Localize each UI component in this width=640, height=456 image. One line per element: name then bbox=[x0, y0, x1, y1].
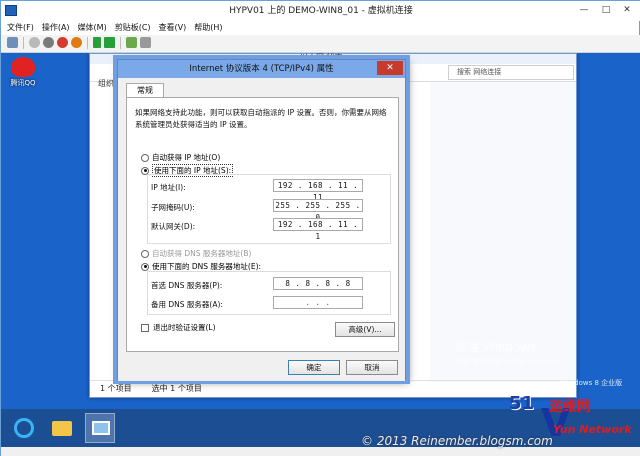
taskbar-internet-explorer[interactable] bbox=[9, 413, 39, 443]
logo-english-name: Yun Network bbox=[553, 423, 632, 436]
network-icon bbox=[92, 421, 110, 435]
checkbox[interactable] bbox=[141, 323, 149, 332]
default-gateway-input[interactable]: 192 . 168 . 11 . 1 bbox=[273, 218, 363, 241]
menu-view[interactable]: 查看(V) bbox=[159, 21, 187, 35]
taskbar-file-explorer[interactable] bbox=[47, 413, 77, 443]
dialog-body: 常规 如果网络支持此功能，则可以获取自动指派的 IP 设置。否则，你需要从网络系… bbox=[118, 78, 405, 381]
folder-icon bbox=[52, 421, 72, 436]
vm-toolbar bbox=[1, 35, 640, 53]
edition-label: Windows 8 企业版 bbox=[561, 379, 623, 387]
radio-button[interactable] bbox=[141, 262, 149, 271]
radio-label: 自动获得 DNS 服务器地址(B) bbox=[152, 249, 252, 258]
turn-off-icon[interactable] bbox=[43, 37, 54, 48]
tab-general[interactable]: 常规 bbox=[126, 83, 164, 98]
vm-connection-window: HYPV01 上的 DEMO-WIN8_01 - 虚拟机连接 — □ ✕ 文件(… bbox=[0, 0, 640, 456]
desktop-shortcut-qq[interactable]: 腾讯QQ bbox=[5, 57, 41, 88]
site-logo: V 51 运维网 Yun Network bbox=[509, 393, 640, 451]
menu-help[interactable]: 帮助(H) bbox=[194, 21, 222, 35]
activation-watermark: 激活 Windows 转到"电脑设置"以激活 Windows。 bbox=[455, 338, 565, 367]
revert-icon[interactable] bbox=[140, 37, 151, 48]
guest-desktop: 腾讯QQ 以太网 状态 搜索 网络连接 组织 1 个项目 选中 1 个项目 激活… bbox=[1, 53, 640, 409]
default-gateway-label: 默认网关(D): bbox=[151, 222, 196, 231]
organize-menu[interactable]: 组织 bbox=[98, 78, 114, 89]
logo-51: 51 bbox=[509, 393, 535, 414]
maximize-button[interactable]: □ bbox=[597, 2, 615, 18]
status-item-count: 1 个项目 bbox=[100, 384, 132, 393]
close-button[interactable]: ✕ bbox=[615, 2, 639, 18]
ctrl-alt-del-icon[interactable] bbox=[7, 37, 18, 48]
save-icon[interactable] bbox=[71, 37, 82, 48]
status-selected-count: 选中 1 个项目 bbox=[151, 384, 202, 393]
validate-settings-checkbox[interactable]: 退出时验证设置(L) bbox=[141, 322, 216, 333]
menu-file[interactable]: 文件(F) bbox=[7, 21, 34, 35]
ok-button[interactable]: 确定 bbox=[288, 360, 340, 375]
taskbar-network-connections[interactable] bbox=[85, 413, 115, 443]
menu-media[interactable]: 媒体(M) bbox=[78, 21, 107, 35]
desktop-shortcut-label: 腾讯QQ bbox=[10, 79, 36, 87]
subnet-mask-input[interactable]: 255 . 255 . 255 . 0 bbox=[273, 199, 363, 222]
dialog-description: 如果网络支持此功能，则可以获取自动指派的 IP 设置。否则，你需要从网络系统管理… bbox=[135, 108, 387, 129]
checkbox-label: 退出时验证设置(L) bbox=[153, 323, 216, 332]
activation-title: 激活 Windows bbox=[455, 340, 537, 354]
start-icon[interactable] bbox=[29, 37, 40, 48]
tab-panel-general: 如果网络支持此功能，则可以获取自动指派的 IP 设置。否则，你需要从网络系统管理… bbox=[126, 97, 399, 352]
qq-icon bbox=[11, 57, 35, 77]
vm-menubar: 文件(F) 操作(A) 媒体(M) 剪贴板(C) 查看(V) 帮助(H) bbox=[1, 21, 640, 35]
subnet-mask-label: 子网掩码(U): bbox=[151, 203, 195, 212]
dialog-close-button[interactable]: ✕ bbox=[377, 61, 403, 75]
cancel-button[interactable]: 取消 bbox=[346, 360, 398, 375]
radio-button[interactable] bbox=[141, 249, 149, 258]
advanced-button[interactable]: 高级(V)... bbox=[335, 322, 395, 337]
radio-button[interactable] bbox=[141, 153, 149, 162]
preferred-dns-label: 首选 DNS 服务器(P): bbox=[151, 281, 223, 290]
toolbar-separator bbox=[23, 37, 24, 49]
reset-icon[interactable] bbox=[104, 37, 115, 48]
explorer-content-pane bbox=[430, 82, 576, 382]
pause-icon[interactable] bbox=[93, 37, 101, 48]
vm-titlebar[interactable]: HYPV01 上的 DEMO-WIN8_01 - 虚拟机连接 — □ ✕ bbox=[1, 1, 640, 21]
alternate-dns-input[interactable]: . . . bbox=[273, 296, 363, 309]
checkpoint-icon[interactable] bbox=[126, 37, 137, 48]
explorer-statusbar: 1 个项目 选中 1 个项目 bbox=[90, 380, 576, 396]
minimize-button[interactable]: — bbox=[573, 2, 595, 18]
shut-down-icon[interactable] bbox=[57, 37, 68, 48]
dialog-title[interactable]: Internet 协议版本 4 (TCP/IPv4) 属性 bbox=[118, 60, 405, 78]
radio-auto-ip[interactable]: 自动获得 IP 地址(O) bbox=[141, 152, 220, 163]
ip-address-input[interactable]: 192 . 168 . 11 . 11 bbox=[273, 179, 363, 202]
preferred-dns-input[interactable]: 8 . 8 . 8 . 8 bbox=[273, 277, 363, 290]
logo-chinese-name: 运维网 bbox=[549, 399, 591, 415]
menu-clipboard[interactable]: 剪贴板(C) bbox=[115, 21, 151, 35]
vm-title: HYPV01 上的 DEMO-WIN8_01 - 虚拟机连接 bbox=[229, 6, 413, 16]
search-input[interactable]: 搜索 网络连接 bbox=[448, 65, 574, 80]
toolbar-separator bbox=[120, 37, 121, 49]
toolbar-separator bbox=[87, 37, 88, 49]
radio-auto-dns[interactable]: 自动获得 DNS 服务器地址(B) bbox=[141, 248, 251, 259]
alternate-dns-label: 备用 DNS 服务器(A): bbox=[151, 300, 223, 309]
menu-action[interactable]: 操作(A) bbox=[42, 21, 70, 35]
ipv4-properties-dialog: Internet 协议版本 4 (TCP/IPv4) 属性 ✕ 常规 如果网络支… bbox=[117, 59, 406, 381]
activation-subtitle: 转到"电脑设置"以激活 Windows。 bbox=[455, 358, 565, 366]
ip-address-label: IP 地址(I): bbox=[151, 183, 186, 192]
internet-explorer-icon bbox=[14, 418, 34, 438]
radio-label: 自动获得 IP 地址(O) bbox=[152, 153, 221, 162]
